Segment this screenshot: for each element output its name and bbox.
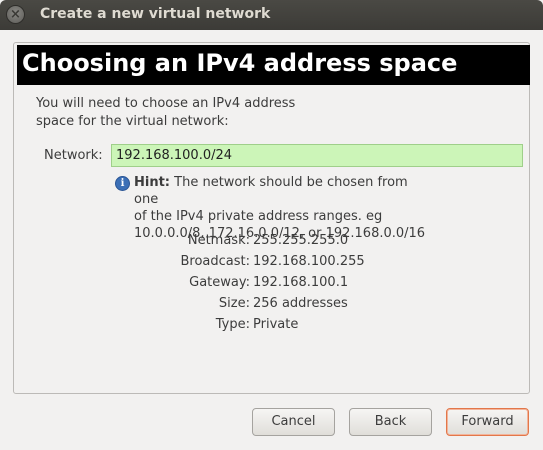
back-button[interactable]: Back [349,408,432,436]
network-label: Network: [44,148,103,163]
broadcast-row: Broadcast: 192.168.100.255 [150,254,450,272]
title-bar: × Create a new virtual network [0,0,543,30]
gateway-value: 192.168.100.1 [253,275,349,290]
size-value: 256 addresses [253,296,348,311]
page-header: Choosing an IPv4 address space [17,45,530,85]
intro-text: You will need to choose an IPv4 address … [36,95,336,131]
intro-line: space for the virtual network: [36,114,229,129]
hint-line: The network should be chosen from one [134,175,408,207]
broadcast-value: 192.168.100.255 [253,254,365,269]
page-title: Choosing an IPv4 address space [22,49,458,77]
gateway-row: Gateway: 192.168.100.1 [150,275,450,293]
cancel-button[interactable]: Cancel [252,408,335,436]
netmask-row: Netmask: 255.255.255.0 [150,233,450,251]
info-icon: i [115,176,130,191]
close-button[interactable]: × [6,5,25,24]
hint-line: of the IPv4 private address ranges. eg [134,209,383,224]
gateway-label: Gateway: [189,275,250,290]
network-input[interactable] [111,144,523,167]
netmask-value: 255.255.255.0 [253,233,349,248]
size-row: Size: 256 addresses [150,296,450,314]
type-value: Private [253,317,299,332]
intro-line: You will need to choose an IPv4 address [36,96,296,111]
size-label: Size: [218,296,250,311]
type-row: Type: Private [150,317,450,335]
hint-label: Hint: [134,175,171,190]
hint-text: Hint: The network should be chosen from … [134,174,434,242]
type-label: Type: [215,317,250,332]
broadcast-label: Broadcast: [180,254,250,269]
close-icon: × [10,7,21,22]
netmask-label: Netmask: [187,233,250,248]
forward-button[interactable]: Forward [446,408,529,436]
window-title: Create a new virtual network [40,6,271,22]
